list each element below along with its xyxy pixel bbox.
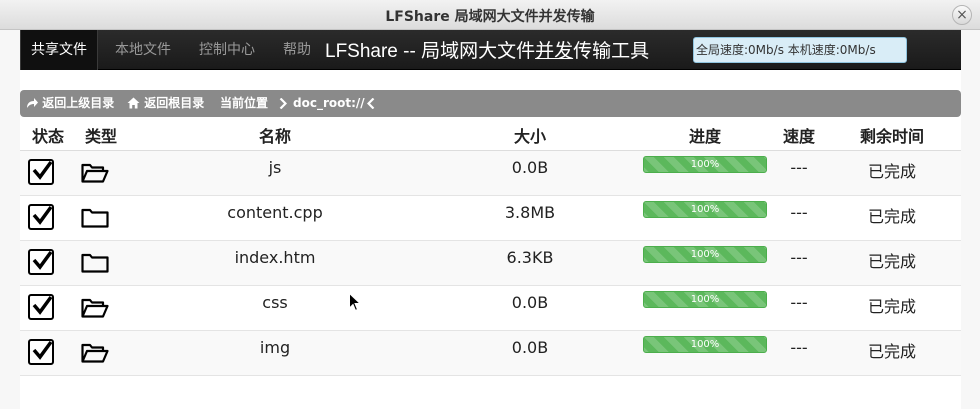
status-checkbox[interactable]: [28, 249, 54, 275]
title-bar: LFShare 局域网大文件并发传输 ×: [0, 0, 980, 30]
checkmark-icon: [32, 160, 53, 180]
remaining-time: 已完成: [867, 342, 916, 361]
header-name: 名称: [258, 127, 291, 146]
transfer-speed: ---: [790, 248, 808, 267]
header-progress: 进度: [688, 127, 721, 146]
header-size: 大小: [513, 127, 546, 146]
file-size: 3.8MB: [504, 203, 556, 222]
header-status: 状态: [31, 127, 64, 146]
brand-title: LFShare -- 局域网大文件并发传输工具: [325, 36, 649, 63]
checkmark-icon: [32, 205, 53, 225]
checkmark-icon: [32, 250, 53, 270]
go-up-label: 返回上级目录: [42, 96, 115, 110]
brand-suffix: 传输工具: [573, 41, 650, 62]
home-icon: [127, 97, 140, 109]
folder-icon: [81, 208, 109, 232]
top-navbar: 共享文件 本地文件 控制中心 帮助 LFShare -- 局域网大文件并发传输工…: [20, 30, 961, 70]
file-size: 6.3KB: [506, 248, 554, 267]
remaining-time: 已完成: [867, 207, 916, 226]
brand-prefix: LFShare -- 局域网大文件: [325, 41, 536, 62]
table-header: 状态 类型 名称 大小 进度 速度 剩余时间: [20, 118, 961, 151]
tab-control-center[interactable]: 控制中心: [189, 30, 265, 70]
table-row[interactable]: index.htm 6.3KB 100% --- 已完成: [20, 241, 961, 286]
remaining-time: 已完成: [867, 252, 916, 271]
table-row[interactable]: js 0.0B 100% --- 已完成: [20, 151, 961, 196]
mouse-cursor-icon: [349, 292, 362, 316]
table-row[interactable]: img 0.0B 100% --- 已完成: [20, 331, 961, 376]
status-checkbox[interactable]: [28, 159, 54, 185]
table-row[interactable]: content.cpp 3.8MB 100% --- 已完成: [20, 196, 961, 241]
file-size: 0.0B: [511, 338, 549, 357]
chevron-left-icon: [366, 90, 375, 117]
progress-bar: 100%: [643, 336, 767, 353]
file-name[interactable]: index.htm: [175, 248, 375, 267]
remaining-time: 已完成: [867, 297, 916, 316]
tab-shared-files[interactable]: 共享文件: [20, 30, 98, 70]
breadcrumb: 返回上级目录 返回根目录 当前位置 doc_root://: [20, 90, 961, 117]
file-name[interactable]: content.cpp: [175, 203, 375, 222]
file-name[interactable]: img: [175, 338, 375, 357]
file-name[interactable]: css: [175, 293, 375, 312]
transfer-speed: ---: [790, 338, 808, 357]
transfer-speed: ---: [790, 293, 808, 312]
chevron-right-icon: [279, 90, 288, 117]
remaining-time: 已完成: [867, 162, 916, 181]
go-up-link[interactable]: 返回上级目录: [26, 90, 114, 117]
progress-bar: 100%: [643, 156, 767, 173]
header-remaining: 剩余时间: [859, 127, 924, 146]
progress-bar: 100%: [643, 201, 767, 218]
share-arrow-icon: [27, 98, 38, 108]
folder-open-icon: [81, 343, 109, 367]
checkmark-icon: [32, 340, 53, 360]
progress-bar: 100%: [643, 291, 767, 308]
progress-bar: 100%: [643, 246, 767, 263]
brand-underlined: 并发: [535, 41, 574, 62]
transfer-speed: ---: [790, 203, 808, 222]
folder-icon: [81, 253, 109, 277]
status-checkbox[interactable]: [28, 294, 54, 320]
folder-open-icon: [81, 298, 109, 322]
file-size: 0.0B: [511, 158, 549, 177]
status-checkbox[interactable]: [28, 204, 54, 230]
app-window: LFShare 局域网大文件并发传输 × 共享文件 本地文件 控制中心 帮助 L…: [0, 0, 980, 409]
header-speed: 速度: [782, 127, 815, 146]
tab-help[interactable]: 帮助: [273, 30, 321, 70]
checkmark-icon: [32, 295, 53, 315]
header-type: 类型: [84, 127, 117, 146]
speed-indicator: 全局速度:0Mb/s 本机速度:0Mb/s: [693, 37, 907, 63]
current-path: doc_root://: [293, 96, 365, 110]
transfer-speed: ---: [790, 158, 808, 177]
folder-open-icon: [81, 163, 109, 187]
file-size: 0.0B: [511, 293, 549, 312]
table-row[interactable]: css 0.0B 100% --- 已完成: [20, 286, 961, 331]
go-root-link[interactable]: 返回根目录: [127, 90, 204, 117]
current-location-label: 当前位置: [220, 96, 269, 110]
status-checkbox[interactable]: [28, 339, 54, 365]
file-name[interactable]: js: [175, 158, 375, 177]
go-root-label: 返回根目录: [144, 96, 205, 110]
tab-local-files[interactable]: 本地文件: [105, 30, 181, 70]
window-title: LFShare 局域网大文件并发传输: [385, 9, 595, 25]
close-button[interactable]: ×: [952, 5, 972, 25]
